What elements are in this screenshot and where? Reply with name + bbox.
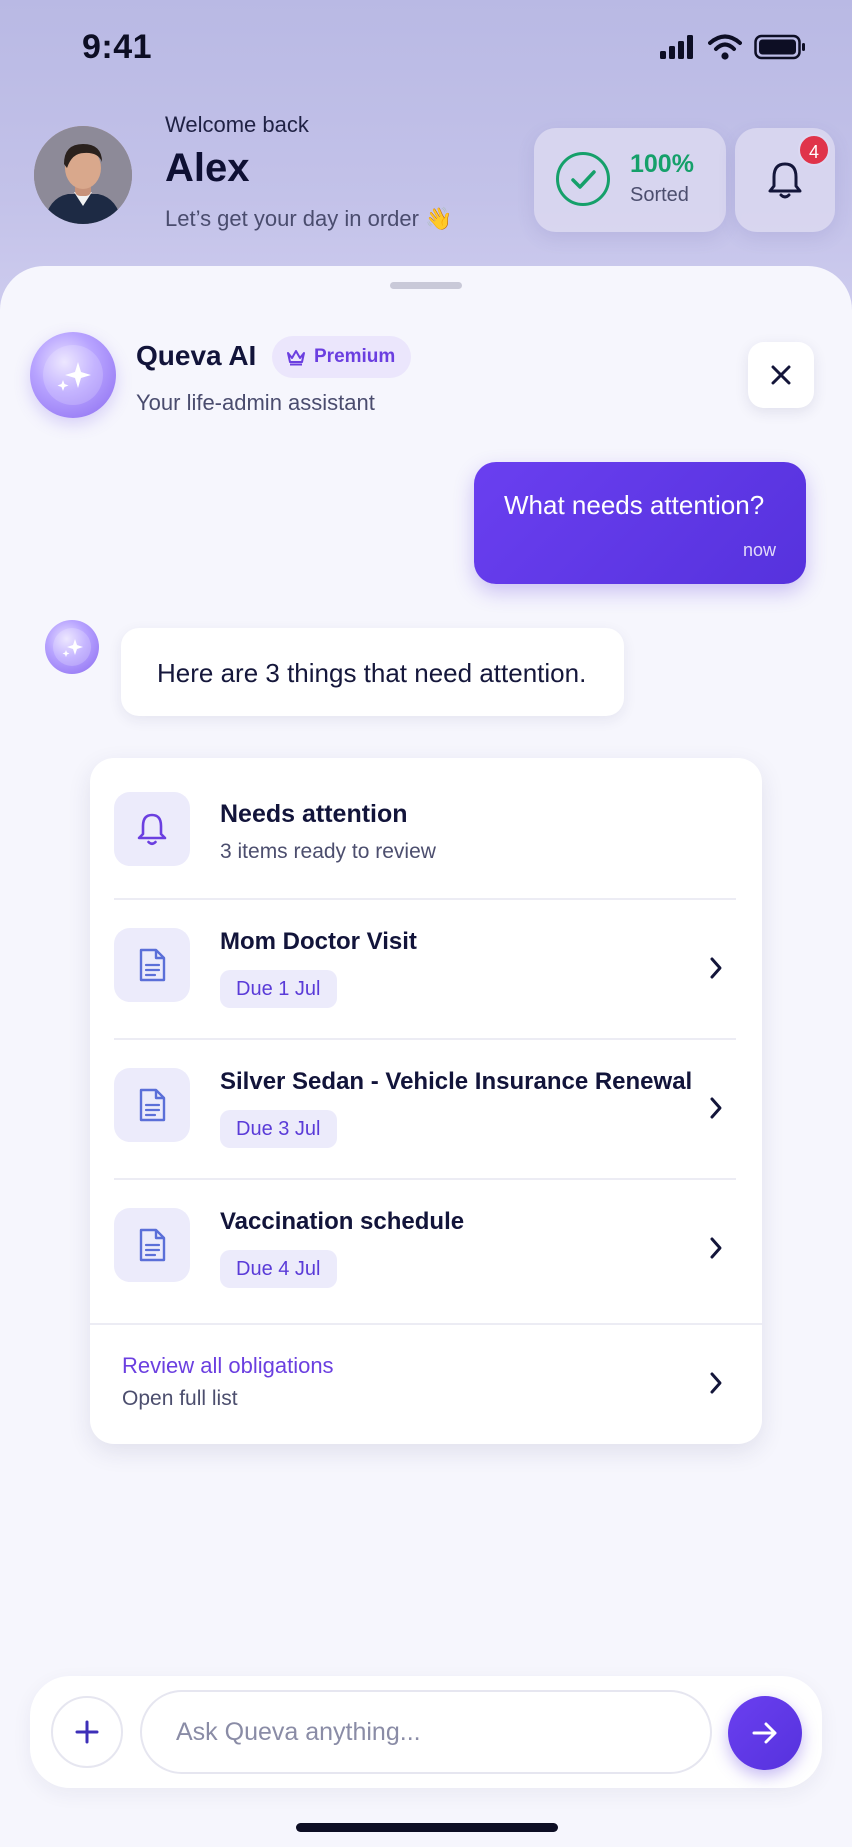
signal-icon bbox=[660, 35, 693, 59]
user-avatar-illustration bbox=[34, 126, 132, 224]
obligation-item[interactable]: Mom Doctor Visit Due 1 Jul bbox=[90, 900, 762, 1038]
attention-card-title: Needs attention bbox=[220, 800, 408, 828]
status-time: 9:41 bbox=[82, 28, 153, 66]
bell-icon bbox=[137, 813, 167, 846]
status-icons bbox=[660, 34, 806, 60]
sorted-percent: 100% bbox=[630, 150, 694, 178]
battery-icon bbox=[754, 34, 805, 60]
plus-icon bbox=[75, 1720, 99, 1744]
sparkle-icon bbox=[43, 345, 103, 405]
attention-card-subtitle: 3 items ready to review bbox=[220, 840, 436, 863]
notification-count-badge: 4 bbox=[798, 134, 830, 166]
chevron-right-icon bbox=[704, 1096, 728, 1120]
document-tile bbox=[114, 928, 190, 1002]
status-bar: 9:41 bbox=[0, 0, 852, 96]
assistant-mini-avatar bbox=[45, 620, 99, 674]
user-message-bubble: What needs attention? now bbox=[474, 462, 806, 584]
document-icon bbox=[139, 1088, 166, 1122]
bell-icon bbox=[768, 162, 802, 199]
sorted-label: Sorted bbox=[630, 184, 689, 206]
check-circle-icon bbox=[556, 152, 610, 206]
crown-icon bbox=[287, 350, 305, 366]
tagline: Let’s get your day in order 👋 bbox=[165, 206, 453, 231]
user-message-time: now bbox=[742, 540, 776, 560]
obligation-item[interactable]: Vaccination schedule Due 4 Jul bbox=[90, 1180, 762, 1318]
ask-input[interactable] bbox=[140, 1690, 712, 1774]
document-icon bbox=[139, 1228, 166, 1262]
user-name: Alex bbox=[165, 146, 250, 190]
review-all-link[interactable]: Review all obligations Open full list bbox=[90, 1325, 762, 1444]
due-date-badge: Due 4 Jul bbox=[220, 1250, 337, 1288]
chevron-right-icon bbox=[704, 1236, 728, 1260]
assistant-name: Queva AI bbox=[136, 340, 257, 371]
arrow-right-icon bbox=[752, 1722, 777, 1744]
close-icon bbox=[771, 365, 791, 385]
assistant-avatar bbox=[30, 332, 116, 418]
wifi-icon bbox=[708, 34, 742, 60]
send-button[interactable] bbox=[728, 1696, 802, 1770]
document-tile bbox=[114, 1068, 190, 1142]
chevron-right-icon bbox=[704, 956, 728, 980]
document-icon bbox=[139, 948, 166, 982]
sorted-status-card[interactable]: 100% Sorted bbox=[534, 128, 726, 232]
home-indicator bbox=[296, 1823, 558, 1832]
review-all-label: Review all obligations bbox=[122, 1353, 334, 1378]
premium-label: Premium bbox=[314, 346, 396, 367]
obligation-title: Silver Sedan - Vehicle Insurance Renewal bbox=[220, 1068, 693, 1095]
close-button[interactable] bbox=[748, 342, 814, 408]
premium-badge: Premium bbox=[272, 336, 412, 378]
chevron-right-icon bbox=[704, 1371, 728, 1395]
obligation-title: Vaccination schedule bbox=[220, 1208, 465, 1235]
due-date-badge: Due 3 Jul bbox=[220, 1110, 337, 1148]
add-attachment-button[interactable] bbox=[51, 1696, 123, 1768]
sheet-grabber[interactable] bbox=[390, 282, 462, 289]
welcome-text: Welcome back bbox=[165, 112, 309, 137]
obligation-item[interactable]: Silver Sedan - Vehicle Insurance Renewal… bbox=[90, 1040, 762, 1178]
assistant-subtitle: Your life-admin assistant bbox=[136, 390, 375, 415]
review-all-sublabel: Open full list bbox=[122, 1387, 238, 1410]
user-avatar[interactable] bbox=[34, 126, 132, 224]
assistant-message-bubble: Here are 3 things that need attention. bbox=[121, 628, 624, 716]
user-message-text: What needs attention? bbox=[504, 490, 765, 520]
sparkle-icon bbox=[53, 628, 91, 666]
attention-bell-tile bbox=[114, 792, 190, 866]
assistant-message-text: Here are 3 things that need attention. bbox=[157, 658, 587, 688]
due-date-badge: Due 1 Jul bbox=[220, 970, 337, 1008]
obligation-title: Mom Doctor Visit bbox=[220, 928, 417, 955]
document-tile bbox=[114, 1208, 190, 1282]
attention-card: Needs attention 3 items ready to review … bbox=[90, 758, 762, 1444]
